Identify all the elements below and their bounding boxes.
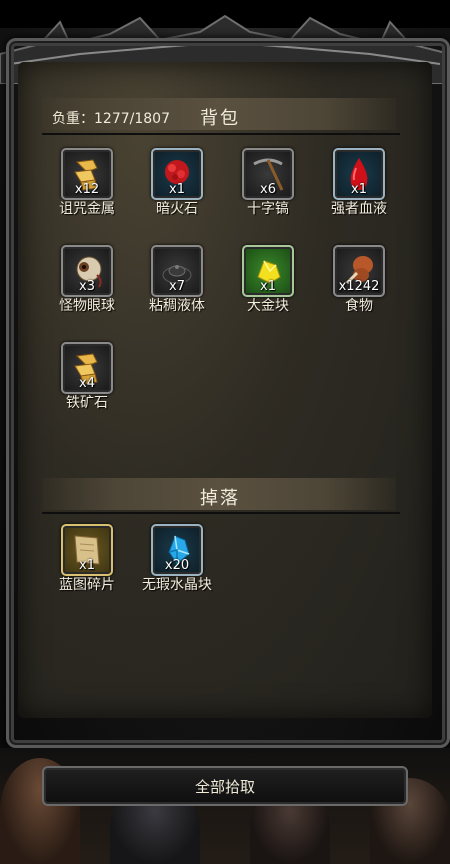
item-count: x4	[79, 376, 95, 391]
item-count: x20	[164, 558, 190, 573]
item-count: x1	[169, 182, 185, 197]
item-slot[interactable]: x1 强者血液	[316, 148, 406, 220]
item-count: x12	[74, 182, 100, 197]
item-slot[interactable]: x6 十字镐	[225, 148, 315, 220]
drops-title: 掉落	[200, 488, 240, 509]
item-name: 十字镐	[247, 201, 289, 217]
item-slot[interactable]: x7 粘稠液体	[134, 245, 224, 317]
drops-header-line	[42, 512, 400, 514]
item-slot[interactable]: x1242 食物	[316, 245, 406, 317]
item-name: 粘稠液体	[149, 298, 205, 314]
item-name: 大金块	[247, 298, 289, 314]
drop-item-slot[interactable]: x20 无瑕水晶块	[134, 524, 224, 596]
item-name: 无瑕水晶块	[142, 577, 212, 593]
item-slot[interactable]: x3 怪物眼球	[44, 245, 134, 317]
backpack-title: 背包	[200, 108, 240, 129]
item-count: x7	[169, 279, 185, 294]
item-count: x1	[260, 279, 276, 294]
item-slot[interactable]: x12 诅咒金属	[44, 148, 134, 220]
pickup-all-button[interactable]: 全部拾取	[42, 766, 408, 806]
item-name: 蓝图碎片	[59, 577, 115, 593]
item-name: 强者血液	[331, 201, 387, 217]
pickup-all-label: 全部拾取	[194, 777, 255, 796]
item-name: 暗火石	[156, 201, 198, 217]
item-name: 铁矿石	[66, 395, 108, 411]
backpack-header-line	[42, 133, 400, 135]
item-count: x1	[79, 558, 95, 573]
weight-label: 负重：1277/1807	[52, 111, 170, 127]
item-name: 怪物眼球	[59, 298, 115, 314]
item-name: 食物	[345, 298, 373, 314]
item-slot[interactable]: x1 大金块	[225, 245, 315, 317]
item-name: 诅咒金属	[59, 201, 115, 217]
drop-item-slot[interactable]: x1 蓝图碎片	[44, 524, 134, 596]
item-count: x3	[79, 279, 95, 294]
item-slot[interactable]: x1 暗火石	[134, 148, 224, 220]
item-slot[interactable]: x4 铁矿石	[44, 342, 134, 414]
item-count: x1242	[338, 279, 380, 294]
item-count: x1	[351, 182, 367, 197]
item-count: x6	[260, 182, 276, 197]
